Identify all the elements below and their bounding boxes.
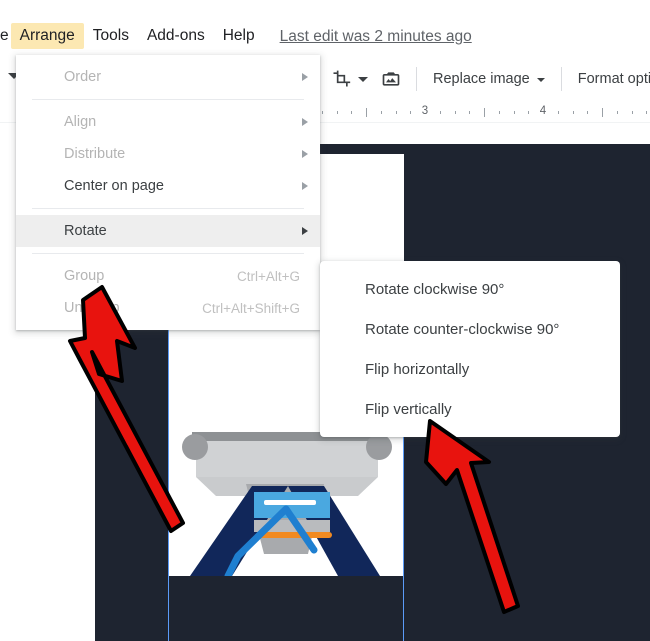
submenu-arrow-icon (302, 73, 308, 81)
ruler-tick (455, 111, 456, 114)
ruler-tick (528, 111, 529, 114)
format-options-label: Format opti (577, 71, 650, 87)
ruler-tick (632, 111, 633, 114)
ruler-tick (646, 111, 647, 114)
menu-option-group-shortcut: Ctrl+Alt+G (236, 268, 300, 284)
ruler-tick (587, 111, 588, 114)
submenu-arrow-icon (302, 118, 308, 126)
ruler-tick (573, 111, 574, 114)
menu-option-rotate-label: Rotate (64, 223, 107, 239)
ruler-tick (322, 111, 323, 114)
replace-image-label: Replace image (433, 71, 530, 87)
crop-chevron-down-icon[interactable] (358, 76, 368, 82)
submenu-option-rotate-counter-clockwise[interactable]: Rotate counter-clockwise 90° (320, 309, 620, 349)
replace-image-button[interactable]: Replace image (427, 66, 551, 92)
ruler-tick (351, 111, 352, 114)
ruler-tick (514, 111, 515, 114)
menu-item-tools[interactable]: Tools (84, 23, 138, 49)
submenu-arrow-icon (302, 182, 308, 190)
rotate-submenu: Rotate clockwise 90° Rotate counter-cloc… (320, 261, 620, 437)
toolbar-divider-2 (560, 67, 562, 91)
ruler-tick (410, 111, 411, 114)
submenu-arrow-icon (302, 150, 308, 158)
ruler-tick (440, 111, 441, 114)
menu-item-arrange[interactable]: Arrange (10, 23, 84, 49)
submenu-arrow-icon (302, 227, 308, 235)
menu-bar: e Arrange Tools Add-ons Help Last edit w… (0, 0, 650, 55)
submenu-option-rotate-clockwise[interactable]: Rotate clockwise 90° (320, 269, 620, 309)
ruler-tick (499, 111, 500, 114)
google-docs-window: e Arrange Tools Add-ons Help Last edit w… (0, 0, 650, 641)
submenu-option-flip-horizontally[interactable]: Flip horizontally (320, 349, 620, 389)
menu-option-ungroup-shortcut: Ctrl+Alt+Shift+G (202, 300, 300, 316)
ruler-tick (469, 111, 470, 114)
arrange-dropdown-menu: Order Align Distribute Center on page Ro… (16, 55, 320, 330)
menu-option-rotate[interactable]: Rotate (16, 215, 320, 247)
menu-option-distribute[interactable]: Distribute (16, 138, 320, 170)
menu-option-order-label: Order (64, 69, 102, 85)
ruler-tick (337, 111, 338, 114)
toolbar-image-tools: Replace image Format opti (326, 55, 650, 103)
crop-icon[interactable] (326, 64, 356, 94)
submenu-option-flip-vertically[interactable]: Flip vertically (320, 389, 620, 429)
format-options-button[interactable]: Format opti (572, 66, 650, 92)
last-edit-link[interactable]: Last edit was 2 minutes ago (280, 28, 472, 45)
menu-option-order[interactable]: Order (16, 61, 320, 93)
ruler-tick (558, 111, 559, 114)
ruler-tick (381, 111, 382, 114)
ruler-number: 3 (421, 105, 429, 117)
menu-bar-items: e Arrange Tools Add-ons Help Last edit w… (0, 23, 472, 49)
menu-item-help[interactable]: Help (214, 23, 264, 49)
menu-item-file-clipped[interactable]: e (0, 23, 11, 49)
ruler-tick (602, 108, 603, 117)
ruler-tick (366, 108, 367, 117)
ruler-tick (484, 108, 485, 117)
toolbar-divider-1 (416, 67, 417, 91)
ruler-tick (396, 111, 397, 114)
menu-item-add-ons[interactable]: Add-ons (138, 23, 214, 49)
menu-divider-2 (32, 208, 304, 209)
menu-option-center-on-page-label: Center on page (64, 178, 164, 194)
menu-option-ungroup[interactable]: Ungroup Ctrl+Alt+Shift+G (16, 292, 320, 324)
menu-option-group[interactable]: Group Ctrl+Alt+G (16, 260, 320, 292)
ruler-number: 4 (539, 105, 547, 117)
menu-option-align-label: Align (64, 114, 97, 130)
menu-option-group-label: Group (64, 268, 105, 284)
replace-image-chevron-down-icon (536, 78, 545, 82)
menu-divider-3 (32, 253, 304, 254)
ruler-tick (617, 111, 618, 114)
menu-divider-1 (32, 99, 304, 100)
menu-option-distribute-label: Distribute (64, 146, 126, 162)
menu-option-align[interactable]: Align (16, 106, 320, 138)
menu-option-ungroup-label: Ungroup (64, 300, 120, 316)
menu-option-center-on-page[interactable]: Center on page (16, 170, 320, 202)
image-mask-icon[interactable] (376, 64, 406, 94)
